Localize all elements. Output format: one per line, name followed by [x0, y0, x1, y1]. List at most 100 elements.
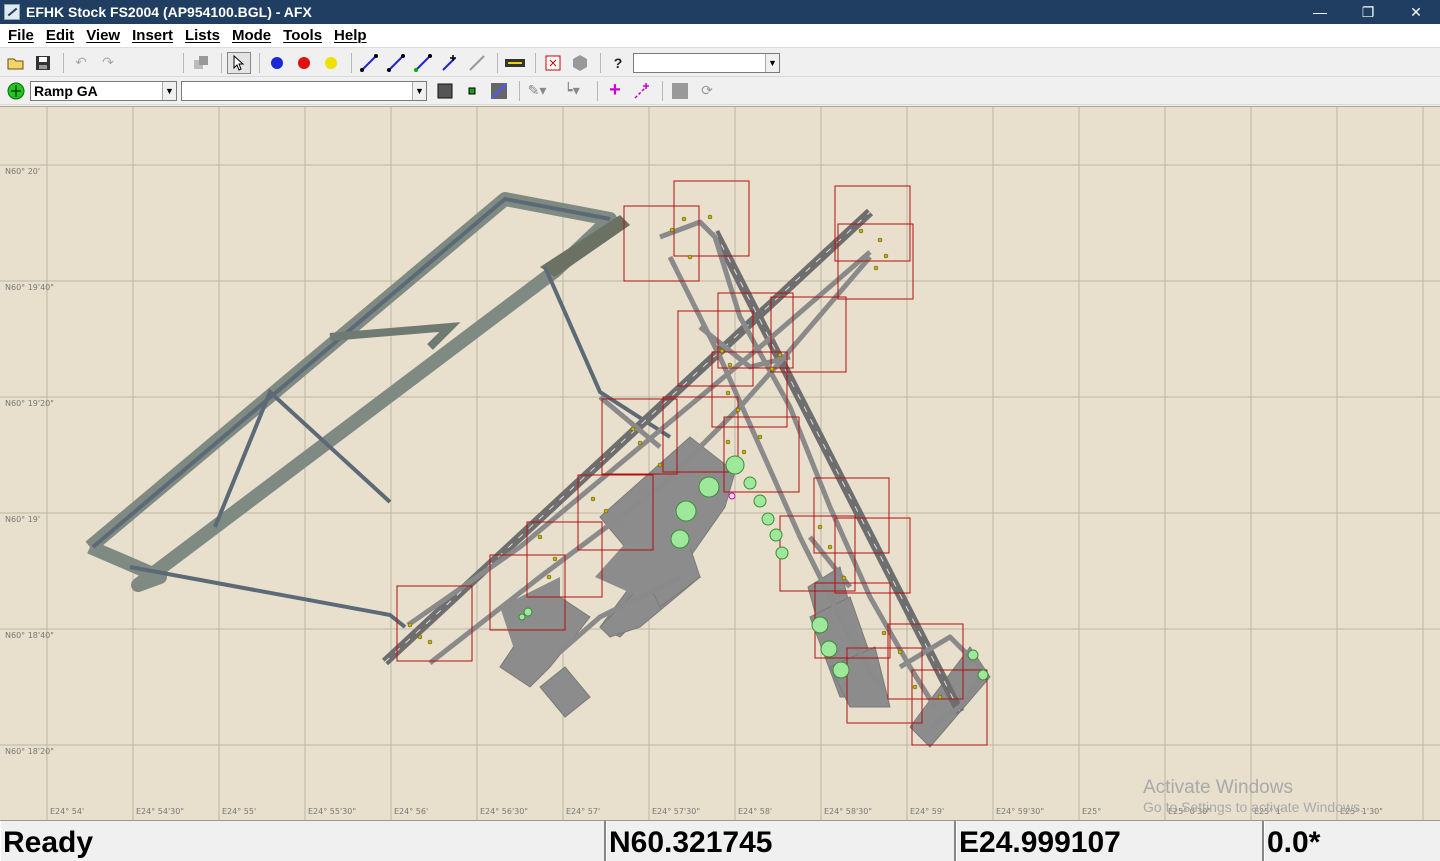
add-link-icon[interactable]: [438, 52, 462, 74]
taxiway-node: [537, 534, 543, 540]
undo-icon[interactable]: ↶: [69, 52, 93, 74]
taxiway-node: [687, 254, 693, 260]
chevron-down-icon[interactable]: ▼: [765, 53, 779, 72]
copy-objects-icon[interactable]: [189, 52, 213, 74]
yellow-point-icon[interactable]: [319, 52, 343, 74]
menu-file[interactable]: File: [2, 27, 40, 44]
red-point-icon[interactable]: [292, 52, 316, 74]
menu-tools[interactable]: Tools: [277, 27, 328, 44]
longitude-label: E24° 59': [910, 807, 945, 816]
taxiway-node: [407, 622, 413, 628]
activation-watermark: Activate Windows Go to Settings to activ…: [1143, 777, 1364, 815]
disabled-link-icon[interactable]: [465, 52, 489, 74]
runway-icon[interactable]: [503, 52, 527, 74]
longitude-label: E24° 57'30": [652, 807, 701, 816]
taxiway-node: [637, 440, 643, 446]
taxiway-node: [707, 214, 713, 220]
gate-parking: [967, 649, 979, 661]
gray-square-icon[interactable]: [433, 80, 457, 102]
longitude-label: E24° 58': [738, 807, 773, 816]
menu-lists[interactable]: Lists: [179, 27, 226, 44]
gate-parking: [675, 500, 697, 522]
gate-parking: [670, 529, 690, 549]
latitude-label: N60° 20': [5, 167, 41, 176]
help-icon[interactable]: ?: [606, 52, 630, 74]
refresh-icon[interactable]: ⟳: [695, 80, 719, 102]
object-select[interactable]: ▼: [181, 80, 427, 101]
green-square-icon[interactable]: [460, 80, 484, 102]
ramp-type-value: Ramp GA: [34, 82, 98, 99]
taxiway-node: [827, 544, 833, 550]
chevron-down-icon[interactable]: ▼: [412, 81, 426, 100]
menu-edit[interactable]: Edit: [40, 27, 80, 44]
taxiway-node: [552, 556, 558, 562]
menu-view[interactable]: View: [80, 27, 126, 44]
main-toolbar: ↶ ↷ ? ▼: [0, 49, 1440, 77]
taxiway-node: [735, 407, 741, 413]
latitude-label: N60° 18'40": [5, 631, 54, 640]
magenta-cross-icon[interactable]: +: [603, 79, 627, 102]
diagonal-pattern-icon[interactable]: [487, 80, 511, 102]
taxiway-link-icon[interactable]: [357, 52, 381, 74]
latitude-label: N60° 19'20": [5, 399, 54, 408]
taxiway-link-icon-2[interactable]: [384, 52, 408, 74]
watermark-title: Activate Windows: [1143, 777, 1293, 798]
gate-parking: [523, 607, 533, 617]
hexagon-icon[interactable]: [568, 52, 592, 74]
minimize-button[interactable]: —: [1296, 0, 1344, 24]
save-icon[interactable]: [31, 52, 55, 74]
magenta-link-icon[interactable]: [630, 80, 654, 102]
open-folder-icon[interactable]: [4, 52, 28, 74]
longitude-label: E24° 54'30": [136, 807, 185, 816]
status-message: Ready: [0, 821, 606, 861]
taxiway-node: [657, 462, 663, 468]
airport-layout[interactable]: [0, 107, 1440, 820]
longitude-label: E24° 54': [50, 807, 85, 816]
status-longitude: E24.999107: [956, 821, 1264, 861]
toolbar-separator: [259, 52, 260, 73]
gate-parking: [698, 476, 720, 498]
menu-insert[interactable]: Insert: [126, 27, 179, 44]
taxiway-node: [883, 253, 889, 259]
taxiway-node: [937, 694, 943, 700]
object-toolbar: Ramp GA ▼ ▼ ✎▾ ┕▾ + ⟳: [0, 77, 1440, 105]
gate-parking: [811, 616, 829, 634]
corner-tool-icon[interactable]: ┕▾: [560, 80, 584, 102]
ramp-type-select[interactable]: Ramp GA ▼: [30, 80, 177, 101]
status-bar: Ready N60.321745 E24.999107 0.0*: [0, 820, 1440, 861]
taxiway-node: [546, 574, 552, 580]
gate-parking: [775, 546, 789, 560]
toolbar-separator: [519, 80, 520, 101]
line-tool-icon[interactable]: ✎▾: [525, 80, 549, 102]
menu-help[interactable]: Help: [328, 27, 373, 44]
redo-icon[interactable]: ↷: [96, 52, 120, 74]
toolbar-combo[interactable]: ▼: [633, 52, 780, 73]
longitude-label: E24° 56': [394, 807, 429, 816]
delete-box-icon[interactable]: [541, 52, 565, 74]
blue-dot: [271, 56, 283, 69]
taxiway-node: [719, 348, 725, 354]
toolbar-separator: [63, 52, 64, 73]
gate-parking: [518, 613, 526, 621]
chevron-down-icon[interactable]: ▼: [162, 81, 176, 100]
gate-parking: [820, 640, 838, 658]
taxiway-node: [769, 366, 775, 372]
taxiway-node: [912, 684, 918, 690]
map-canvas[interactable]: N60° 20' N60° 19'40" N60° 19'20" N60° 19' N6…: [0, 106, 1440, 820]
taxiway-link-icon-3[interactable]: [411, 52, 435, 74]
window-title: EFHK Stock FS2004 (AP954100.BGL) - AFX: [26, 4, 312, 20]
toolbar-separator: [497, 52, 498, 73]
taxiway-node: [630, 426, 636, 432]
longitude-label: E24° 55'30": [308, 807, 357, 816]
maximize-button[interactable]: ❐: [1344, 0, 1392, 24]
taxiway-node: [777, 352, 783, 358]
gate-parking: [769, 528, 783, 542]
taxiway-line: [129, 565, 407, 629]
gray-block-icon[interactable]: [668, 80, 692, 102]
close-button[interactable]: ✕: [1392, 0, 1440, 24]
blue-point-icon[interactable]: [265, 52, 289, 74]
menu-mode[interactable]: Mode: [226, 27, 277, 44]
gate-parking: [761, 512, 775, 526]
airport-green-icon[interactable]: [4, 80, 28, 102]
select-pointer-icon[interactable]: [227, 51, 251, 74]
